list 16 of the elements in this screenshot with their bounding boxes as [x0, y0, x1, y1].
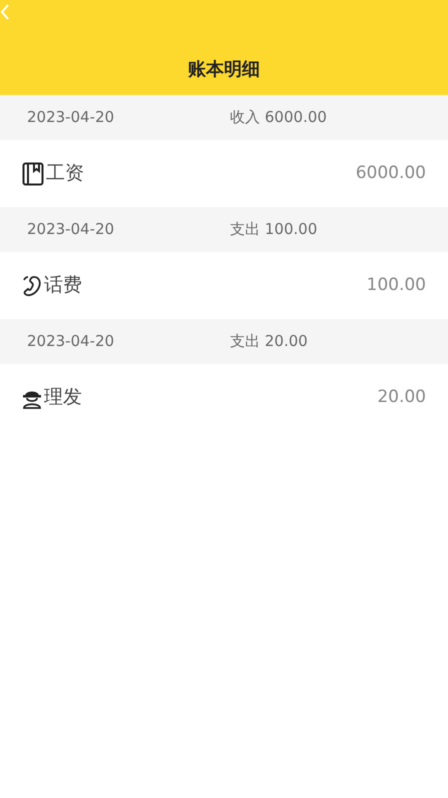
entry-amount: 20.00	[377, 386, 426, 409]
entry-amount: 6000.00	[356, 162, 426, 185]
phone-icon	[22, 274, 42, 296]
entry-summary: 收入 6000.00	[230, 107, 327, 128]
category-label: 工资	[46, 161, 84, 186]
entry-date: 2023-04-20	[26, 107, 116, 128]
entry-amount: 100.00	[366, 274, 426, 297]
book-icon	[22, 162, 44, 186]
entry-summary: 支出 20.00	[230, 331, 308, 352]
category-label: 话费	[44, 273, 82, 298]
page-title: 账本明细	[188, 58, 260, 82]
entry-summary: 支出 100.00	[230, 219, 318, 240]
entry-date: 2023-04-20	[26, 331, 116, 352]
entry-date: 2023-04-20	[26, 219, 116, 240]
back-icon[interactable]	[0, 4, 10, 20]
category-label: 理发	[44, 385, 82, 410]
